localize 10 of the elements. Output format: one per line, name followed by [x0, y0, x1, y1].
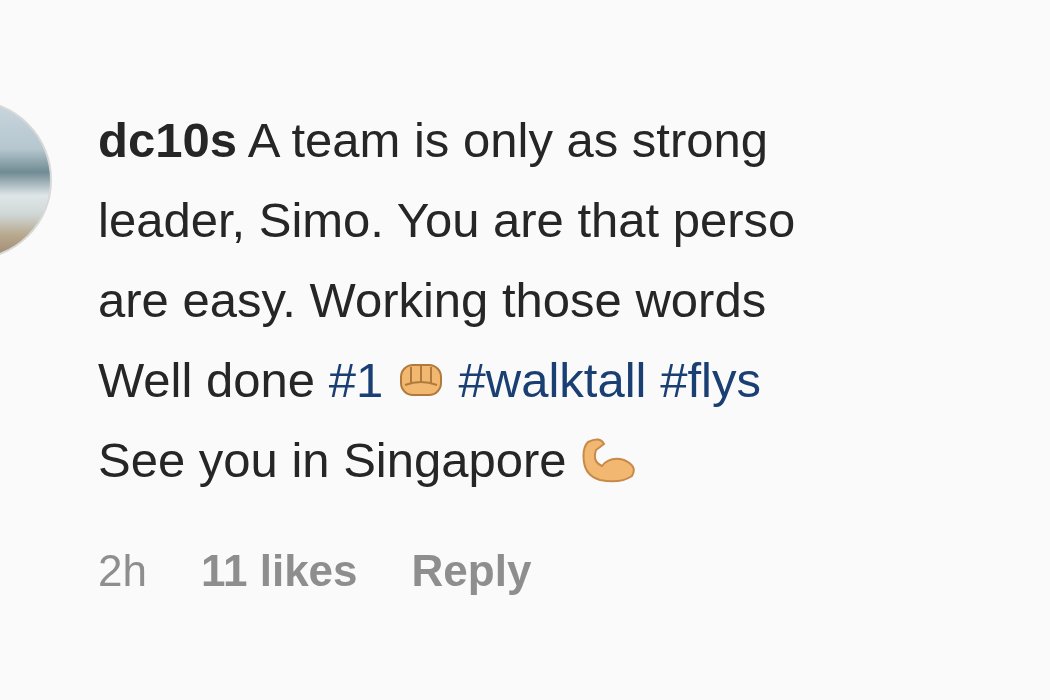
- comment-text: dc10s A team is only as strong: [98, 100, 796, 180]
- comment-text: Well done #1 #walktall #flys: [98, 340, 796, 420]
- username-link[interactable]: dc10s: [98, 100, 237, 180]
- comment-text: See you in Singapore: [98, 420, 796, 500]
- hashtag-link[interactable]: #1: [328, 340, 384, 420]
- hashtag-link[interactable]: #flys: [660, 340, 761, 420]
- comment-text: are easy. Working those words: [98, 272, 768, 329]
- hashtag-link[interactable]: #walktall: [458, 340, 647, 420]
- comment-time: 2h: [98, 546, 147, 596]
- comment-text: leader, Simo. You are that perso: [98, 192, 796, 249]
